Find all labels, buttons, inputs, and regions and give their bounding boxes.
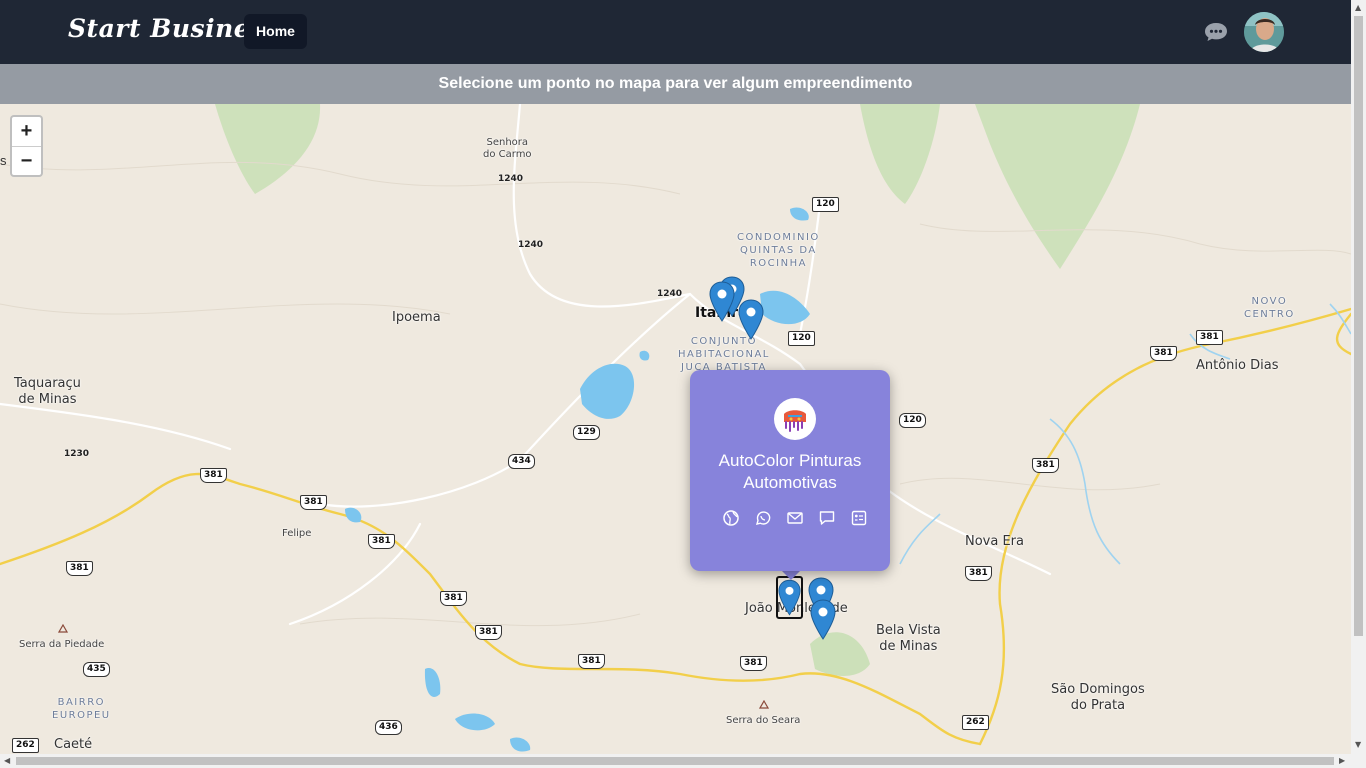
road-shield: 120 xyxy=(899,413,926,428)
place-caete: Caeté xyxy=(54,737,93,752)
road-shield: 381 xyxy=(1196,330,1223,345)
road-shield: 262 xyxy=(12,738,39,753)
place-novo-centro: NOVO CENTRO xyxy=(1244,296,1295,320)
map-marker-pin[interactable] xyxy=(810,599,836,640)
globe-icon[interactable] xyxy=(722,509,740,527)
road-shield: 381 xyxy=(578,654,605,669)
place-bela-vista: Bela Vista de Minas xyxy=(876,623,941,654)
scroll-left-arrow-icon[interactable]: ◀ xyxy=(4,756,10,765)
scroll-right-arrow-icon[interactable]: ▶ xyxy=(1339,756,1345,765)
road-shield: 381 xyxy=(440,591,467,606)
place-sao-domingos: São Domingos do Prata xyxy=(1051,682,1145,713)
peak-icon xyxy=(759,700,769,709)
chat-icon[interactable] xyxy=(818,509,836,527)
road-shield: 381 xyxy=(368,534,395,549)
road-shield: 381 xyxy=(965,566,992,581)
road-shield: 381 xyxy=(740,656,767,671)
navbar: Start Business Home xyxy=(0,0,1351,64)
chat-icon[interactable] xyxy=(1203,20,1229,44)
map-view[interactable]: + − s Senhora do Carmo CONDOMINIO QUINTAS … xyxy=(0,104,1351,754)
mail-icon[interactable] xyxy=(786,509,804,527)
popup-actions xyxy=(722,509,867,527)
popup-tip xyxy=(781,570,801,580)
vertical-scrollbar[interactable]: ▲ ▼ xyxy=(1351,0,1366,768)
road-shield: 434 xyxy=(508,454,535,469)
zoom-in-button[interactable]: + xyxy=(12,117,41,146)
place-ipoema: Ipoema xyxy=(392,310,441,325)
elevation-label: 1240 xyxy=(657,289,683,299)
place-felipe: Felipe xyxy=(282,528,312,539)
road-shield: 120 xyxy=(812,197,839,212)
map-marker-pin xyxy=(778,579,801,616)
road-shield: 381 xyxy=(1150,346,1177,361)
peak-icon xyxy=(58,624,68,633)
horizontal-scroll-thumb[interactable] xyxy=(16,757,1334,765)
scroll-down-arrow-icon[interactable]: ▼ xyxy=(1355,740,1361,749)
map-base-layer xyxy=(0,104,1351,752)
road-shield: 435 xyxy=(83,662,110,677)
scroll-up-arrow-icon[interactable]: ▲ xyxy=(1355,3,1361,12)
place-serra-da-piedade: Serra da Piedade xyxy=(19,639,105,650)
place-nova-era: Nova Era xyxy=(965,534,1024,549)
road-shield: 381 xyxy=(1032,458,1059,473)
info-bar: Selecione um ponto no mapa para ver algu… xyxy=(0,64,1351,104)
road-shield: 381 xyxy=(475,625,502,640)
nav-home-link[interactable]: Home xyxy=(244,14,307,49)
place-antonio-dias: Antônio Dias xyxy=(1196,358,1279,373)
contact-card-icon[interactable] xyxy=(850,509,868,527)
road-shield: 129 xyxy=(573,425,600,440)
business-name: AutoColor Pinturas Automotivas xyxy=(718,451,862,492)
road-shield: 120 xyxy=(788,331,815,346)
vertical-scroll-thumb[interactable] xyxy=(1354,16,1363,636)
road-shield: 262 xyxy=(962,715,989,730)
place-senhora-do-carmo: Senhora do Carmo xyxy=(483,137,532,160)
place-conjunto-habitacional: CONJUNTO HABITACIONAL JUCA BATISTA xyxy=(678,336,770,373)
business-popup: AutoColor Pinturas Automotivas xyxy=(690,370,890,571)
road-shield: 436 xyxy=(375,720,402,735)
elevation-label: 1240 xyxy=(518,240,544,250)
place-condominio: CONDOMINIO QUINTAS DA ROCINHA xyxy=(737,232,820,269)
elevation-label: 1240 xyxy=(498,174,524,184)
place-serra-do-seara: Serra do Seara xyxy=(726,715,801,726)
road-shield: 381 xyxy=(66,561,93,576)
place-bairro-europeu: BAIRRO EUROPEU xyxy=(52,697,111,721)
horizontal-scrollbar[interactable]: ◀ ▶ xyxy=(0,754,1351,768)
cut-place-label: s xyxy=(0,153,7,168)
business-logo xyxy=(774,398,816,440)
elevation-label: 1230 xyxy=(64,449,90,459)
whatsapp-icon[interactable] xyxy=(754,509,772,527)
place-taquaracu: Taquaraçu de Minas xyxy=(14,376,81,407)
selected-map-marker[interactable] xyxy=(776,576,803,619)
road-shield: 381 xyxy=(200,468,227,483)
zoom-control: + − xyxy=(10,115,43,177)
zoom-out-button[interactable]: − xyxy=(12,146,41,175)
map-marker-pin[interactable] xyxy=(709,281,735,322)
road-shield: 381 xyxy=(300,495,327,510)
map-marker-pin[interactable] xyxy=(738,299,764,340)
user-avatar[interactable] xyxy=(1244,12,1284,52)
